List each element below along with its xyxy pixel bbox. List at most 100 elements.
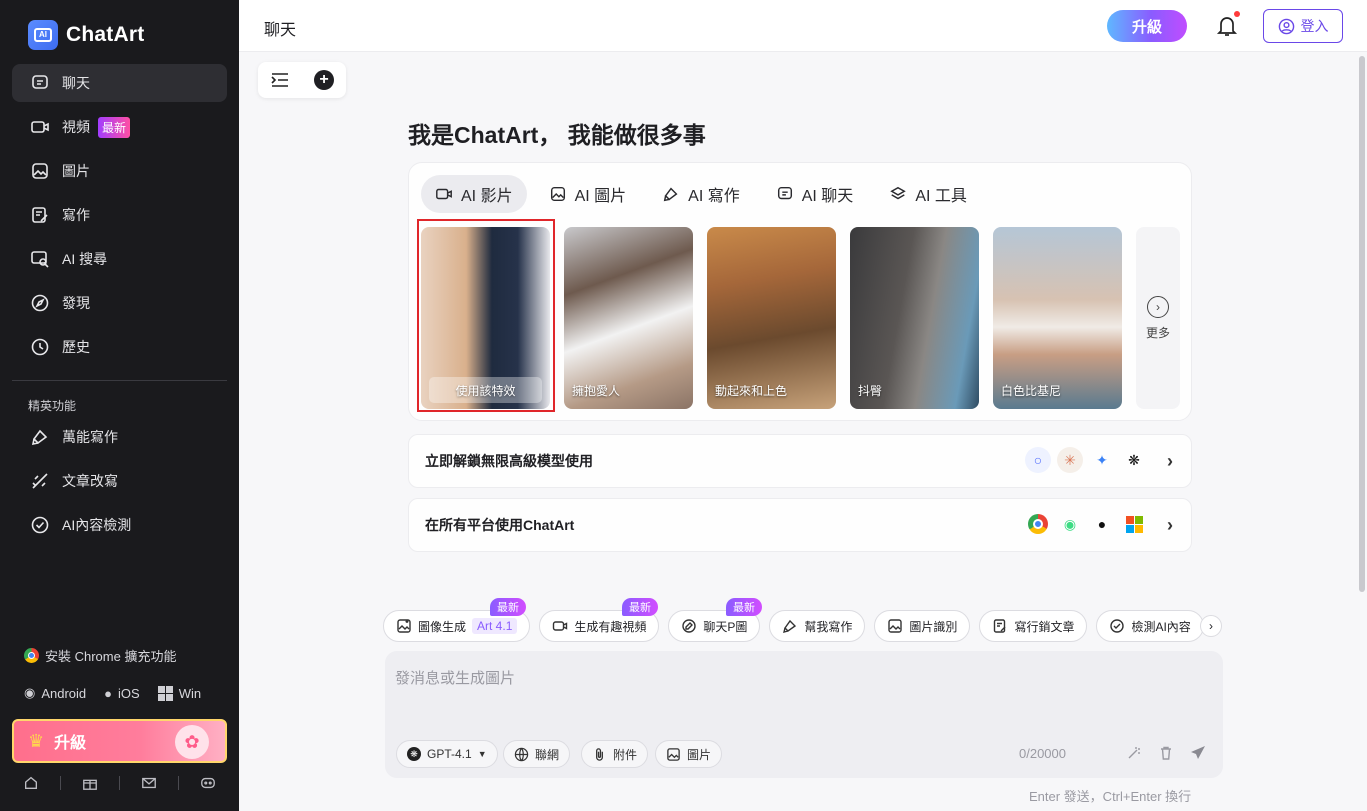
template-card-hug[interactable]: 擁抱愛人: [564, 227, 693, 409]
elite-nav: 萬能寫作 文章改寫 AI內容檢測: [12, 418, 227, 550]
sidebar-item-history[interactable]: 歷史: [12, 328, 227, 366]
unlock-models-banner[interactable]: 立即解鎖無限高級模型使用 ○ ✳ ✦ ❋ ›: [408, 434, 1192, 488]
write-icon: [30, 205, 50, 225]
home-icon[interactable]: [22, 774, 40, 792]
sidebar-nav: 聊天 視頻 最新 圖片 寫作 AI 搜尋 發現 歷史: [12, 64, 227, 372]
sidebar-bottom-icons: [12, 770, 227, 796]
video-icon: [553, 621, 568, 631]
chrome-extension-link[interactable]: 安裝 Chrome 擴充功能: [24, 646, 201, 664]
header-upgrade-button[interactable]: 升級: [1107, 10, 1187, 42]
chip-marketing-article[interactable]: 寫行銷文章: [979, 610, 1088, 642]
image-upload-button[interactable]: 圖片: [655, 740, 723, 768]
divider: [119, 776, 120, 790]
mail-icon[interactable]: [140, 774, 158, 792]
video-templates: 使用該特效 擁抱愛人 動起來和上色 抖臀 白色比基尼 › 更多: [421, 227, 1180, 409]
tab-ai-image[interactable]: AI 圖片: [535, 175, 641, 213]
message-composer: ❋ GPT-4.1 ▼ 聯網 附件 圖片 0/20000: [385, 651, 1223, 778]
discord-icon[interactable]: [199, 774, 217, 792]
logo-icon: AI: [28, 20, 58, 50]
use-effect-button[interactable]: 使用該特效: [429, 377, 542, 403]
sidebar-item-universal-writing[interactable]: 萬能寫作: [12, 418, 227, 456]
sidebar-item-ai-detect[interactable]: AI內容檢測: [12, 506, 227, 544]
sidebar-item-label: AI 搜尋: [62, 251, 108, 267]
openai-icon: ❋: [407, 747, 421, 761]
platform-links: ◉ Android ● iOS Win: [24, 684, 201, 702]
rewrite-icon: [30, 471, 50, 491]
sidebar-item-ai-search[interactable]: AI 搜尋: [12, 240, 227, 278]
video-icon: [30, 117, 50, 137]
windows-icon[interactable]: [157, 685, 173, 701]
trash-icon[interactable]: [1157, 744, 1175, 762]
sidebar-item-label: 圖片: [62, 163, 90, 179]
sidebar-item-label: 發現: [62, 295, 90, 311]
layers-icon: [890, 186, 907, 200]
sidebar-item-discover[interactable]: 發現: [12, 284, 227, 322]
crown-icon: ♛: [28, 730, 45, 751]
logo[interactable]: AI ChatArt: [28, 20, 144, 50]
sidebar-item-label: 寫作: [62, 207, 90, 223]
image-icon: [667, 747, 680, 761]
bell-icon[interactable]: [1216, 14, 1238, 38]
app-name: ChatArt: [66, 23, 145, 46]
chip-image-recognition[interactable]: 圖片識別: [874, 610, 971, 642]
model-selector[interactable]: ❋ GPT-4.1 ▼: [396, 740, 498, 768]
image-icon: [550, 186, 565, 202]
new-badge: 最新: [98, 116, 131, 138]
template-card-effect[interactable]: 使用該特效: [421, 227, 550, 409]
sidebar-item-video[interactable]: 視頻 最新: [12, 108, 227, 146]
new-tag: 最新: [622, 598, 658, 616]
scrollbar-thumb[interactable]: [1359, 56, 1365, 592]
globe-icon: [514, 747, 529, 761]
web-search-toggle[interactable]: 聯網: [503, 740, 571, 768]
deepseek-icon: ○: [1025, 447, 1051, 473]
sidebar-item-write[interactable]: 寫作: [12, 196, 227, 234]
magic-wand-icon[interactable]: [1125, 744, 1143, 762]
new-chat-button[interactable]: +: [314, 70, 334, 90]
pen-icon: [30, 427, 50, 447]
apple-icon[interactable]: ●: [104, 686, 112, 701]
sidebar-item-rewrite[interactable]: 文章改寫: [12, 462, 227, 500]
sidebar-item-label: 聊天: [62, 75, 90, 91]
tab-ai-video[interactable]: AI 影片: [421, 175, 527, 213]
tab-ai-writing[interactable]: AI 寫作: [648, 175, 754, 213]
platform-icons: ◉ ●: [1025, 511, 1147, 537]
keyboard-hint: Enter 發送，Ctrl+Enter 換行: [1029, 789, 1192, 804]
char-counter: 0/20000: [1019, 746, 1066, 761]
sidebar-upgrade-button[interactable]: ♛ 升級 ✿: [12, 719, 227, 763]
user-icon: [1278, 18, 1294, 34]
template-card-shake[interactable]: 抖臀: [850, 227, 979, 409]
apple-icon: ●: [1097, 516, 1107, 532]
chat-edit-icon: [682, 619, 697, 633]
message-input[interactable]: [395, 667, 1195, 707]
ios-link[interactable]: iOS: [118, 686, 140, 701]
send-icon[interactable]: [1189, 744, 1207, 762]
chrome-icon: [24, 647, 39, 663]
chip-detect-ai[interactable]: 檢測AI內容: [1096, 610, 1204, 642]
sidebar-item-chat[interactable]: 聊天: [12, 64, 227, 102]
template-card-bikini[interactable]: 白色比基尼: [993, 227, 1122, 409]
sidebar-item-image[interactable]: 圖片: [12, 152, 227, 190]
attach-button[interactable]: 附件: [581, 740, 649, 768]
chip-help-write[interactable]: 幫我寫作: [769, 610, 866, 642]
all-platforms-banner[interactable]: 在所有平台使用ChatArt ◉ ● ›: [408, 498, 1192, 552]
collapse-sidebar-icon[interactable]: [270, 72, 290, 88]
more-templates-button[interactable]: › 更多: [1136, 227, 1180, 409]
side-links: 安裝 Chrome 擴充功能 ◉ Android ● iOS Win: [24, 646, 201, 722]
win-link[interactable]: Win: [179, 686, 201, 701]
model-icons: ○ ✳ ✦ ❋: [1025, 447, 1147, 473]
flamingo-icon: ✿: [175, 725, 209, 759]
login-button[interactable]: 登入: [1263, 9, 1343, 43]
chevron-right-icon: ›: [1167, 515, 1173, 535]
tab-ai-chat[interactable]: AI 聊天: [762, 175, 868, 213]
tab-ai-tools[interactable]: AI 工具: [875, 175, 981, 213]
windows-icon: [1121, 511, 1147, 537]
gift-icon[interactable]: [81, 774, 99, 792]
template-card-animate[interactable]: 動起來和上色: [707, 227, 836, 409]
chips-next-button[interactable]: ›: [1200, 615, 1222, 637]
android-icon[interactable]: ◉: [24, 685, 35, 701]
chat-toolbar: +: [258, 62, 346, 98]
image-scan-icon: [888, 619, 903, 633]
sidebar: AI ChatArt 聊天 視頻 最新 圖片 寫作 AI 搜尋 發現 歷史 精英…: [0, 0, 239, 811]
chevron-right-icon: ›: [1167, 451, 1173, 471]
android-link[interactable]: Android: [41, 686, 86, 701]
